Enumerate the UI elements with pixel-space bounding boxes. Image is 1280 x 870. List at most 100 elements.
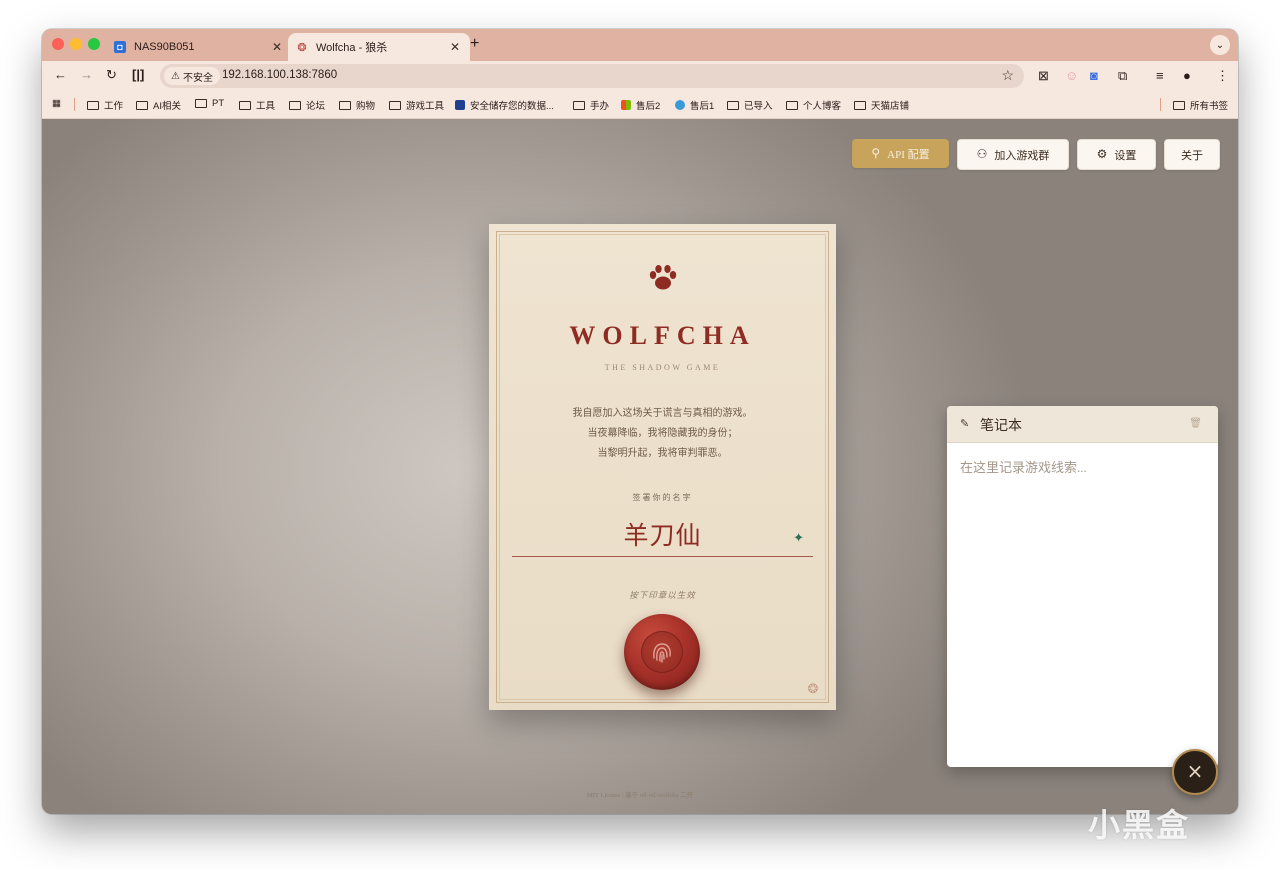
bookmark-label: PT bbox=[212, 98, 225, 109]
folder-icon bbox=[239, 100, 251, 110]
tab-strip: ◘ NAS90B051 ✕ ❂ Wolfcha - 狼杀 ✕ + ⌄ bbox=[42, 29, 1238, 61]
address-bar[interactable]: ⚠ 不安全 192.168.100.138:7860 ☆ bbox=[160, 64, 1024, 88]
oath-line: 当黎明升起，我将审判罪恶。 bbox=[597, 448, 728, 459]
bookmark-folder[interactable]: 天猫店铺 bbox=[854, 98, 909, 112]
extensions-puzzle-icon[interactable]: ⧉ bbox=[1118, 68, 1127, 84]
game-title: WOLFCHA bbox=[569, 321, 756, 350]
bookmark-label: 论坛 bbox=[306, 101, 326, 112]
tab-nas[interactable]: ◘ NAS90B051 ✕ bbox=[106, 33, 292, 61]
player-name-value: 羊刀仙 bbox=[623, 523, 702, 550]
new-tab-icon[interactable]: + bbox=[470, 35, 479, 53]
join-group-button[interactable]: ⚇ 加入游戏群 bbox=[957, 139, 1069, 170]
folder-icon bbox=[389, 100, 401, 110]
bookmark-folder[interactable]: 论坛 bbox=[289, 98, 325, 112]
notebook-panel: ✎ 笔记本 🗑 在这里记录游戏线索... bbox=[947, 406, 1218, 767]
bookmark-folder[interactable]: 手办 bbox=[573, 98, 609, 112]
settings-button[interactable]: ⚙ 设置 bbox=[1077, 139, 1156, 170]
bookmark-label: 个人博客 bbox=[803, 101, 842, 112]
bookmark-label: 工具 bbox=[256, 101, 276, 112]
watermark-logo: 小黑盒 bbox=[1088, 806, 1191, 844]
bookmark-label: 游戏工具 bbox=[406, 101, 445, 112]
tab-close-icon[interactable]: ✕ bbox=[450, 40, 460, 54]
folder-icon bbox=[786, 100, 798, 110]
reload-icon[interactable]: ↻ bbox=[106, 67, 117, 83]
bookmark-folder[interactable]: 工具 bbox=[239, 98, 275, 112]
bookmark-link[interactable]: 安全储存您的数据... bbox=[455, 98, 554, 112]
extension-icon[interactable]: ⊠ bbox=[1038, 68, 1049, 84]
bookmark-label: AI相关 bbox=[153, 101, 181, 112]
bookmark-star-icon[interactable]: ☆ bbox=[1001, 67, 1014, 84]
extension-icon[interactable]: ☺ bbox=[1065, 68, 1078, 83]
random-name-sparkle-icon[interactable]: ✦ bbox=[793, 530, 804, 546]
tab-title: NAS90B051 bbox=[134, 41, 195, 53]
bookmark-label: 安全储存您的数据... bbox=[470, 101, 554, 112]
apps-grid-icon[interactable]: ▦ bbox=[52, 98, 61, 109]
button-label: 关于 bbox=[1181, 149, 1203, 162]
trash-icon[interactable]: 🗑 bbox=[1189, 418, 1202, 429]
about-button[interactable]: 关于 bbox=[1164, 139, 1220, 170]
notebook-header: ✎ 笔记本 🗑 bbox=[947, 406, 1218, 443]
folder-icon bbox=[854, 100, 866, 110]
oath-line: 我自愿加入这场关于谎言与真相的游戏。 bbox=[572, 408, 753, 419]
extension-icon[interactable]: ◙ bbox=[1090, 68, 1098, 83]
close-window-button[interactable] bbox=[52, 38, 64, 50]
edit-icon: ✎ bbox=[960, 418, 970, 430]
browser-menu-icon[interactable]: ⋮ bbox=[1216, 68, 1229, 84]
reader-mode-icon[interactable]: [|] bbox=[132, 67, 144, 82]
maximize-window-button[interactable] bbox=[88, 38, 100, 50]
bookmark-link[interactable]: 售后1 bbox=[675, 98, 714, 112]
bookmark-folder[interactable]: 购物 bbox=[339, 98, 375, 112]
folder-icon bbox=[195, 99, 207, 108]
bookmark-folder[interactable]: 个人博客 bbox=[786, 98, 841, 112]
tab-search-icon[interactable]: ⌄ bbox=[1210, 35, 1230, 55]
bookmark-separator bbox=[1160, 98, 1161, 111]
security-label: 不安全 bbox=[182, 72, 213, 84]
security-chip[interactable]: ⚠ 不安全 bbox=[164, 67, 220, 85]
oath-line: 当夜幕降临，我将隐藏我的身份； bbox=[587, 428, 738, 439]
bookmark-label: 手办 bbox=[590, 101, 610, 112]
folder-icon bbox=[1173, 100, 1185, 110]
bookmark-folder[interactable]: 已导入 bbox=[727, 98, 773, 112]
folder-icon bbox=[339, 100, 351, 110]
press-seal-label: 按下印章以生效 bbox=[629, 590, 696, 600]
button-label: 设置 bbox=[1114, 149, 1137, 162]
wax-seal-button[interactable] bbox=[624, 614, 700, 690]
browser-toolbar: ← → ↻ [|] ⚠ 不安全 192.168.100.138:7860 ☆ ⊠… bbox=[42, 61, 1238, 91]
api-config-button[interactable]: ⚲ API 配置 bbox=[852, 139, 949, 168]
folder-icon bbox=[727, 100, 739, 110]
media-controls-icon[interactable]: ≡ bbox=[1156, 68, 1164, 83]
seal-inner bbox=[641, 631, 683, 673]
game-page: ⚲ API 配置 ⚇ 加入游戏群 ⚙ 设置 关于 WOLFCHA THE SHA… bbox=[42, 119, 1238, 814]
back-icon[interactable]: ← bbox=[54, 67, 67, 82]
folder-icon bbox=[289, 100, 301, 110]
player-name-input[interactable]: 羊刀仙 ✦ bbox=[512, 512, 813, 557]
tab-wolfcha[interactable]: ❂ Wolfcha - 狼杀 ✕ bbox=[288, 33, 470, 61]
button-label: API 配置 bbox=[887, 148, 930, 161]
notebook-textarea[interactable]: 在这里记录游戏线索... bbox=[960, 457, 1087, 476]
bookmark-folder[interactable]: 工作 bbox=[87, 98, 123, 112]
bookmark-separator bbox=[74, 98, 75, 111]
tab-title: Wolfcha - 狼杀 bbox=[316, 42, 388, 54]
bookmark-label: 所有书签 bbox=[1190, 101, 1229, 112]
paw-icon-svg bbox=[649, 265, 676, 290]
wolf-favicon-icon: ❂ bbox=[297, 41, 307, 54]
oath-text: 我自愿加入这场关于谎言与真相的游戏。 当夜幕降临，我将隐藏我的身份； 当黎明升起… bbox=[489, 404, 836, 464]
bookmark-folder[interactable]: AI相关 bbox=[136, 98, 181, 112]
bookmark-folder[interactable]: 游戏工具 bbox=[389, 98, 444, 112]
sign-name-label: 签署你的名字 bbox=[632, 493, 693, 502]
paw-icon bbox=[489, 264, 836, 298]
bookmarks-bar: ▦ 工作 AI相关 PT 工具 论坛 购物 游戏工具 安全储存您的数据... 手… bbox=[42, 91, 1238, 119]
nas-favicon-icon: ◘ bbox=[114, 41, 126, 53]
minimize-window-button[interactable] bbox=[70, 38, 82, 50]
forward-icon[interactable]: → bbox=[80, 67, 93, 82]
all-bookmarks-folder[interactable]: 所有书签 bbox=[1173, 98, 1228, 112]
tab-close-icon[interactable]: ✕ bbox=[272, 40, 282, 54]
bookmark-link[interactable]: 售后2 bbox=[621, 98, 660, 112]
microsoft-icon bbox=[621, 100, 631, 110]
folder-icon bbox=[136, 100, 148, 110]
bookmark-folder[interactable]: PT bbox=[195, 98, 224, 109]
browser-window: ◘ NAS90B051 ✕ ❂ Wolfcha - 狼杀 ✕ + ⌄ ← → ↻… bbox=[42, 29, 1238, 814]
gear-icon: ⚙ bbox=[1096, 147, 1108, 161]
bookmark-label: 天猫店铺 bbox=[871, 101, 910, 112]
profile-avatar-icon[interactable]: ● bbox=[1183, 68, 1191, 83]
